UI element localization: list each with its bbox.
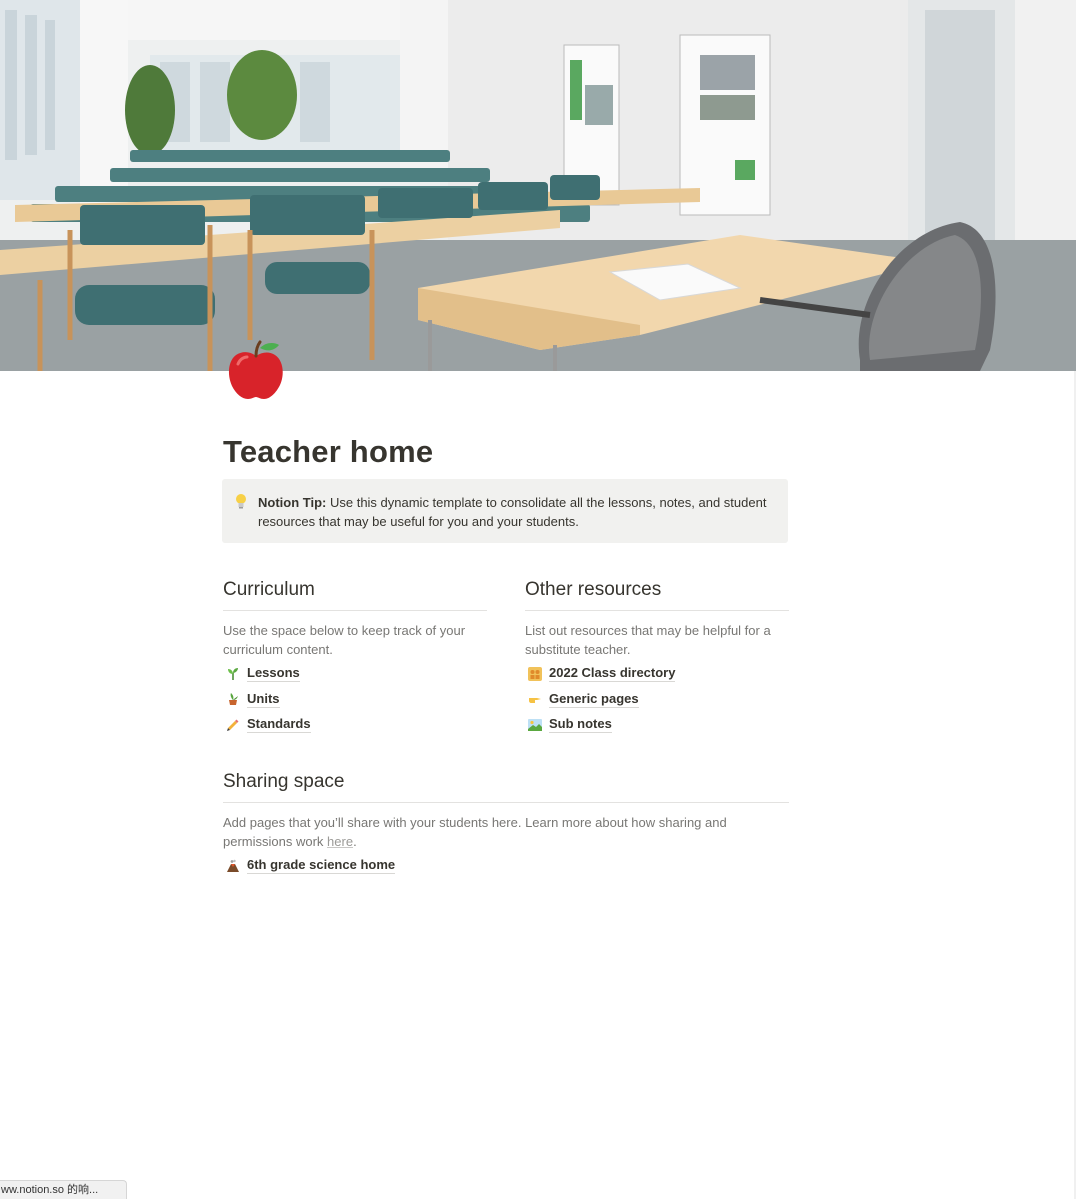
page-link-label[interactable]: Generic pages <box>549 691 639 708</box>
sharing-space-heading: Sharing space <box>223 768 789 803</box>
sharing-space-section: Sharing space Add pages that you’ll shar… <box>223 768 789 879</box>
page-link-class-directory[interactable]: 2022 Class directory <box>525 661 789 687</box>
curriculum-section: Curriculum Use the space below to keep t… <box>223 576 487 738</box>
notion-tip-callout: Notion Tip: Use this dynamic template to… <box>222 479 788 543</box>
page-title[interactable]: Teacher home <box>223 430 789 474</box>
page-header: Teacher home <box>223 430 789 474</box>
page-link-label[interactable]: 2022 Class directory <box>549 665 676 683</box>
page-link-label[interactable]: Standards <box>247 716 311 734</box>
callout-body: Use this dynamic template to consolidate… <box>258 495 767 529</box>
red-apple-icon[interactable] <box>224 338 290 404</box>
callout-label: Notion Tip: <box>258 495 327 510</box>
lightbulb-icon <box>234 493 248 511</box>
sharing-description-text: Add pages that you’ll share with your st… <box>223 815 727 849</box>
people-group-icon <box>527 666 543 682</box>
volcano-icon <box>225 858 241 874</box>
browser-status-bar: ww.notion.so 的响... <box>0 1180 127 1199</box>
page-link-label[interactable]: Lessons <box>247 665 300 683</box>
page-link-units[interactable]: Units <box>223 687 487 713</box>
pencil-icon <box>225 717 241 733</box>
page-link-sub-notes[interactable]: Sub notes <box>525 712 789 738</box>
other-resources-heading: Other resources <box>525 576 789 611</box>
seedling-icon <box>225 666 241 682</box>
landscape-icon <box>527 717 543 733</box>
sharing-description-end: . <box>353 834 357 849</box>
curriculum-description: Use the space below to keep track of you… <box>223 623 466 657</box>
page-link-generic-pages[interactable]: Generic pages <box>525 687 789 713</box>
sharing-help-link[interactable]: here <box>327 834 353 849</box>
page-link-6th-grade-science-home[interactable]: 6th grade science home <box>223 853 789 879</box>
cover-image <box>0 0 1076 371</box>
callout-text: Notion Tip: Use this dynamic template to… <box>258 493 768 531</box>
page-link-standards[interactable]: Standards <box>223 712 487 738</box>
sharing-space-description: Add pages that you’ll share with your st… <box>223 813 789 851</box>
curriculum-heading: Curriculum <box>223 576 487 611</box>
page-link-label[interactable]: Sub notes <box>549 716 612 734</box>
other-resources-section: Other resources List out resources that … <box>525 576 789 738</box>
page-link-label[interactable]: Units <box>247 691 280 708</box>
page-link-lessons[interactable]: Lessons <box>223 661 487 687</box>
other-resources-description: List out resources that may be helpful f… <box>525 623 771 657</box>
page-link-label[interactable]: 6th grade science home <box>247 857 396 875</box>
potted-plant-icon <box>225 691 241 707</box>
pointing-hand-icon <box>527 691 543 707</box>
